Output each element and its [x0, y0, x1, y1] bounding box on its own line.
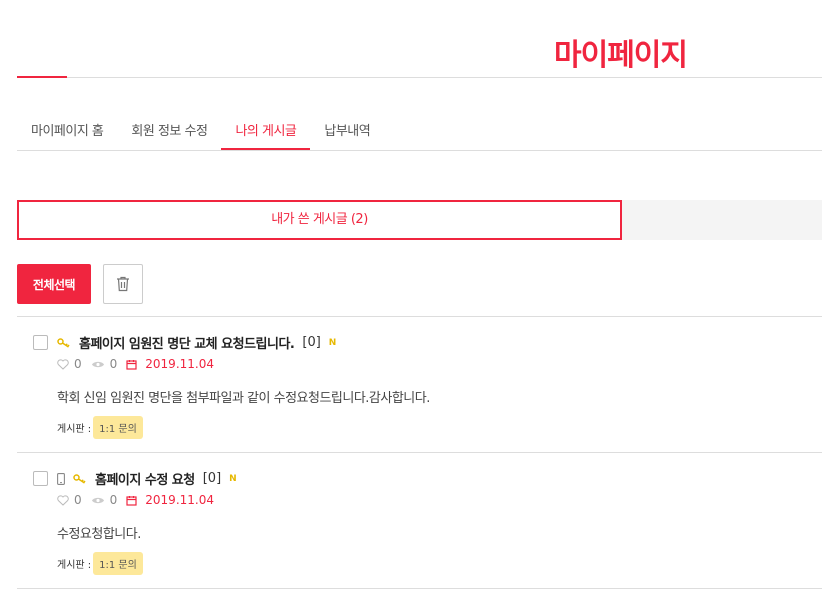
- post-checkbox[interactable]: [33, 471, 48, 486]
- like-count: 0: [74, 357, 82, 371]
- post-title[interactable]: 홈페이지 임원진 명단 교체 요청드립니다.: [79, 333, 295, 352]
- new-badge: N: [328, 337, 337, 348]
- key-icon: [73, 473, 87, 484]
- comment-count: [0]: [202, 471, 222, 486]
- board-badge: 1:1 문의: [93, 416, 143, 439]
- like-count: 0: [74, 493, 82, 507]
- comment-count: [0]: [302, 335, 321, 350]
- heart-icon: [57, 494, 69, 506]
- post-date: 2019.11.04: [145, 357, 214, 371]
- post-title[interactable]: 홈페이지 수정 요청: [95, 469, 195, 488]
- title-accent-bar: [17, 76, 67, 78]
- page-title: 마이페이지: [554, 38, 688, 73]
- post-header: 홈페이지 임원진 명단 교체 요청드립니다. [0] N: [57, 333, 336, 352]
- subtab-empty-area: [622, 200, 822, 240]
- subtab-my-written-posts[interactable]: 내가 쓴 게시글 (2): [17, 200, 622, 240]
- select-all-button[interactable]: 전체선택: [17, 264, 91, 304]
- tab-my-posts[interactable]: 나의 게시글: [221, 114, 311, 150]
- board-badge: 1:1 문의: [93, 552, 143, 575]
- board-label: 게시판 :: [57, 424, 92, 435]
- calendar-icon: [126, 359, 137, 370]
- trash-icon: [116, 276, 130, 292]
- post-item: 홈페이지 수정 요청 [0] N 0 0 2019.11.04 수정요청합니다.…: [17, 453, 822, 589]
- post-board: 게시판 : 1:1 문의: [57, 552, 143, 575]
- view-count: 0: [109, 493, 118, 507]
- mobile-icon: [57, 472, 65, 485]
- post-item: 홈페이지 임원진 명단 교체 요청드립니다. [0] N 0 0 2019.11…: [17, 317, 822, 453]
- post-date: 2019.11.04: [145, 493, 214, 507]
- title-divider: [17, 77, 822, 78]
- eye-icon: [91, 496, 105, 505]
- tab-mypage-home[interactable]: 마이페이지 홈: [17, 114, 117, 149]
- post-list: 홈페이지 임원진 명단 교체 요청드립니다. [0] N 0 0 2019.11…: [17, 316, 822, 589]
- board-label: 게시판 :: [57, 560, 92, 571]
- post-board: 게시판 : 1:1 문의: [57, 416, 143, 439]
- view-count: 0: [109, 357, 118, 371]
- tab-payment-history[interactable]: 납부내역: [310, 114, 384, 149]
- post-header: 홈페이지 수정 요청 [0] N: [57, 469, 237, 488]
- post-excerpt: 학회 신임 임원진 명단을 첨부파일과 같이 수정요청드립니다.감사합니다.: [57, 391, 430, 406]
- tab-edit-member-info[interactable]: 회원 정보 수정: [117, 114, 221, 149]
- post-meta: 0 0 2019.11.04: [57, 357, 214, 371]
- post-checkbox[interactable]: [33, 335, 48, 350]
- post-meta: 0 0 2019.11.04: [57, 493, 214, 507]
- mypage-tabs: 마이페이지 홈 회원 정보 수정 나의 게시글 납부내역: [17, 114, 822, 151]
- delete-button[interactable]: [103, 264, 143, 304]
- heart-icon: [57, 358, 69, 370]
- eye-icon: [91, 360, 105, 369]
- post-subtabs: 내가 쓴 게시글 (2): [17, 200, 822, 240]
- calendar-icon: [126, 495, 137, 506]
- post-excerpt: 수정요청합니다.: [57, 527, 141, 542]
- list-toolbar: 전체선택: [17, 264, 143, 304]
- new-badge: N: [229, 473, 237, 484]
- key-icon: [57, 337, 71, 348]
